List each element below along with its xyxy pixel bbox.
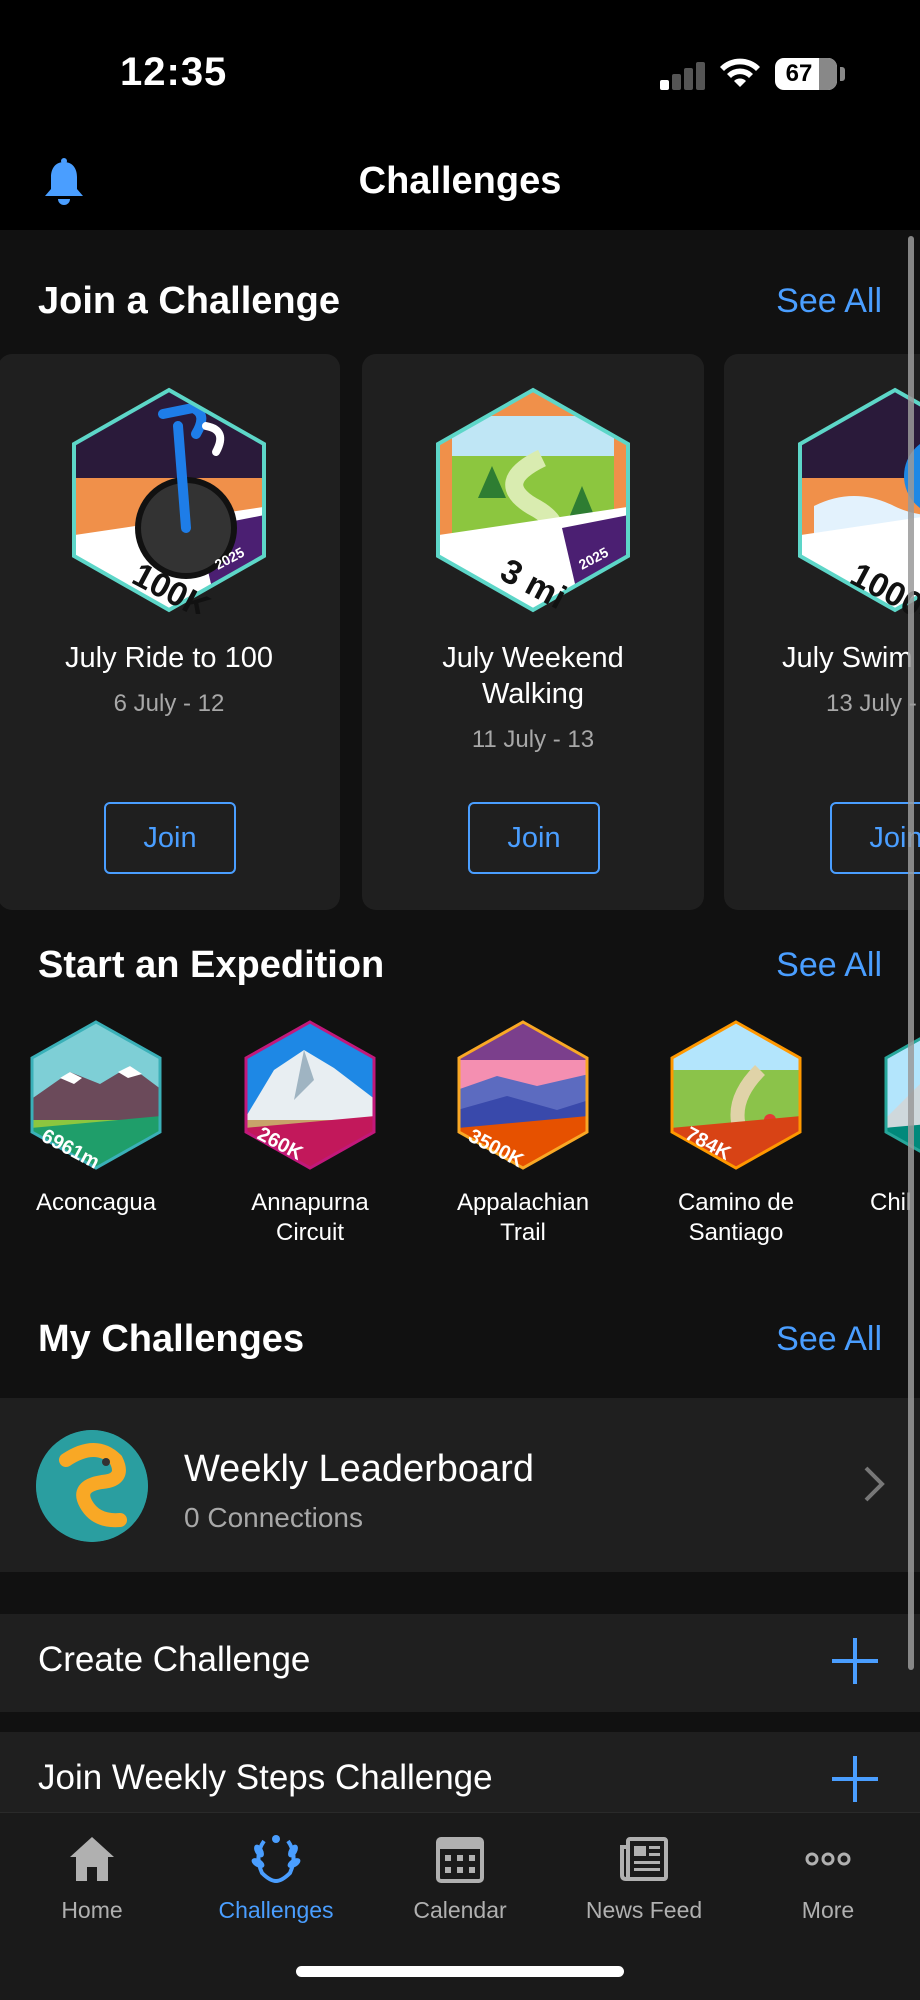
calendar-icon	[436, 1837, 484, 1883]
home-icon	[70, 1837, 114, 1881]
see-all-my-challenges-link[interactable]: See All	[776, 1320, 882, 1359]
join-button[interactable]: Join	[468, 802, 600, 874]
laurel-icon	[251, 1835, 301, 1883]
expedition-name: Annapurna Circuit	[251, 1189, 369, 1246]
challenge-title: July Weekend Walking	[442, 642, 624, 710]
join-challenge-header: Join a Challenge See All	[38, 280, 882, 330]
see-all-challenges-link[interactable]: See All	[776, 282, 882, 321]
section-title-my-challenges: My Challenges	[38, 1318, 305, 1360]
challenge-date: 13 July -	[826, 690, 917, 717]
page-title: Challenges	[358, 160, 562, 202]
newspaper-icon	[620, 1837, 668, 1881]
status-bar: 12:35 67	[0, 0, 920, 140]
challenge-date: 6 July - 12	[113, 690, 225, 717]
expedition-item[interactable]: 784K Camino de Santiago	[646, 1020, 826, 1248]
expedition-item[interactable]: 260K Annapurna Circuit	[220, 1020, 400, 1248]
expedition-item[interactable]: 6961m Aconcagua	[6, 1020, 186, 1218]
chevron-right-icon	[864, 1466, 885, 1502]
wifi-icon	[720, 58, 760, 87]
section-title-expedition: Start an Expedition	[38, 944, 385, 986]
dragon-icon	[36, 1430, 148, 1542]
expedition-header: Start an Expedition See All	[38, 944, 882, 994]
expedition-item[interactable]: 3500K Appalachian Trail	[433, 1020, 613, 1248]
battery-percentage: 67	[785, 60, 813, 87]
join-button[interactable]: Join	[830, 802, 920, 874]
plus-icon	[832, 1756, 878, 1802]
tab-label: Home	[61, 1897, 123, 1923]
annapurna-badge-icon: 260K	[244, 1020, 376, 1170]
challenge-card[interactable]: 100K 2025 July Ride to 100 6 July - 12 J…	[0, 354, 340, 910]
challenge-title: July Ride to 100	[65, 642, 273, 674]
create-challenge-row[interactable]: Create Challenge	[0, 1614, 920, 1712]
tab-challenges[interactable]: Challenges	[184, 1833, 368, 1924]
section-title-join-challenge: Join a Challenge	[38, 280, 340, 322]
join-weekly-steps-row[interactable]: Join Weekly Steps Challenge	[0, 1732, 920, 1812]
tab-news-feed[interactable]: News Feed	[552, 1833, 736, 1924]
ride-badge-icon: 100K 2025	[72, 387, 266, 614]
more-icon	[805, 1852, 851, 1866]
tab-home[interactable]: Home	[0, 1833, 184, 1924]
leaderboard-title: Weekly Leaderboard	[184, 1448, 534, 1490]
tab-more[interactable]: More	[736, 1833, 920, 1924]
create-challenge-label: Create Challenge	[38, 1640, 311, 1679]
walking-badge-icon: 3 mi 2025	[436, 387, 630, 614]
join-weekly-steps-label: Join Weekly Steps Challenge	[38, 1758, 493, 1797]
expedition-name: Appalachian Trail	[456, 1189, 590, 1246]
tab-label: News Feed	[585, 1897, 703, 1923]
battery-icon: 67	[775, 58, 837, 90]
app-header: Challenges	[0, 140, 920, 230]
plus-icon	[832, 1638, 878, 1684]
tab-label: More	[801, 1897, 855, 1923]
challenge-card[interactable]: 1000m July Swim 13 July - Join	[724, 354, 920, 910]
scrollbar[interactable]	[908, 236, 914, 1670]
challenge-date: 11 July - 13	[471, 726, 595, 753]
status-time: 12:35	[120, 50, 228, 94]
leaderboard-subtitle: 0 Connections	[184, 1502, 364, 1533]
tab-label: Calendar	[413, 1897, 507, 1923]
home-indicator	[296, 1966, 624, 1977]
weekly-leaderboard-row[interactable]: Weekly Leaderboard 0 Connections	[0, 1398, 920, 1572]
expedition-name: Aconcagua	[35, 1189, 157, 1216]
expedition-name: Camino de Santiago	[677, 1189, 795, 1246]
join-button[interactable]: Join	[104, 802, 236, 874]
camino-badge-icon: 784K	[670, 1020, 802, 1170]
challenge-card[interactable]: 3 mi 2025 July Weekend Walking 11 July -…	[362, 354, 704, 910]
battery-cap	[840, 67, 845, 81]
tab-calendar[interactable]: Calendar	[368, 1833, 552, 1924]
leaderboard-avatar	[36, 1430, 148, 1542]
my-challenges-header: My Challenges See All	[38, 1318, 882, 1368]
main-content[interactable]: Join a Challenge See All 100K 2025 July …	[0, 230, 920, 1812]
see-all-expeditions-link[interactable]: See All	[776, 946, 882, 985]
tab-label: Challenges	[218, 1897, 334, 1923]
expedition-badge-icon	[884, 1022, 920, 1168]
swim-badge-icon: 1000m	[798, 387, 920, 614]
appalachian-badge-icon: 3500K	[457, 1020, 589, 1170]
aconcagua-badge-icon: 6961m	[30, 1020, 162, 1170]
challenge-title: July Swim	[782, 642, 913, 674]
cellular-signal-icon	[660, 60, 706, 90]
